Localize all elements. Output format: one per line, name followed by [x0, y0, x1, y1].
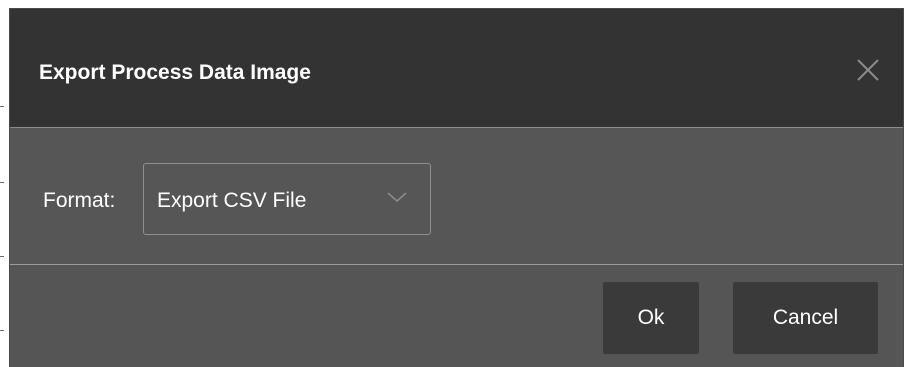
dialog-footer: Ok Cancel [10, 265, 903, 367]
format-select[interactable]: Export CSV File [143, 163, 431, 235]
background-edge [0, 0, 9, 367]
close-icon [857, 59, 879, 81]
dialog-title: Export Process Data Image [39, 61, 311, 84]
dialog-header: Export Process Data Image [10, 9, 903, 128]
edge-tick [0, 106, 4, 107]
format-label: Format: [43, 189, 116, 212]
ok-button[interactable]: Ok [603, 282, 699, 354]
export-dialog: Export Process Data Image Format: Export… [9, 8, 904, 367]
chevron-down-icon [387, 192, 407, 203]
page: Export Process Data Image Format: Export… [0, 0, 912, 367]
edge-tick [0, 330, 4, 331]
edge-tick [0, 256, 4, 257]
close-button[interactable] [855, 57, 881, 83]
cancel-button[interactable]: Cancel [733, 282, 878, 354]
edge-tick [0, 182, 4, 183]
format-select-value: Export CSV File [157, 189, 307, 212]
dialog-body: Format: Export CSV File [10, 128, 903, 265]
